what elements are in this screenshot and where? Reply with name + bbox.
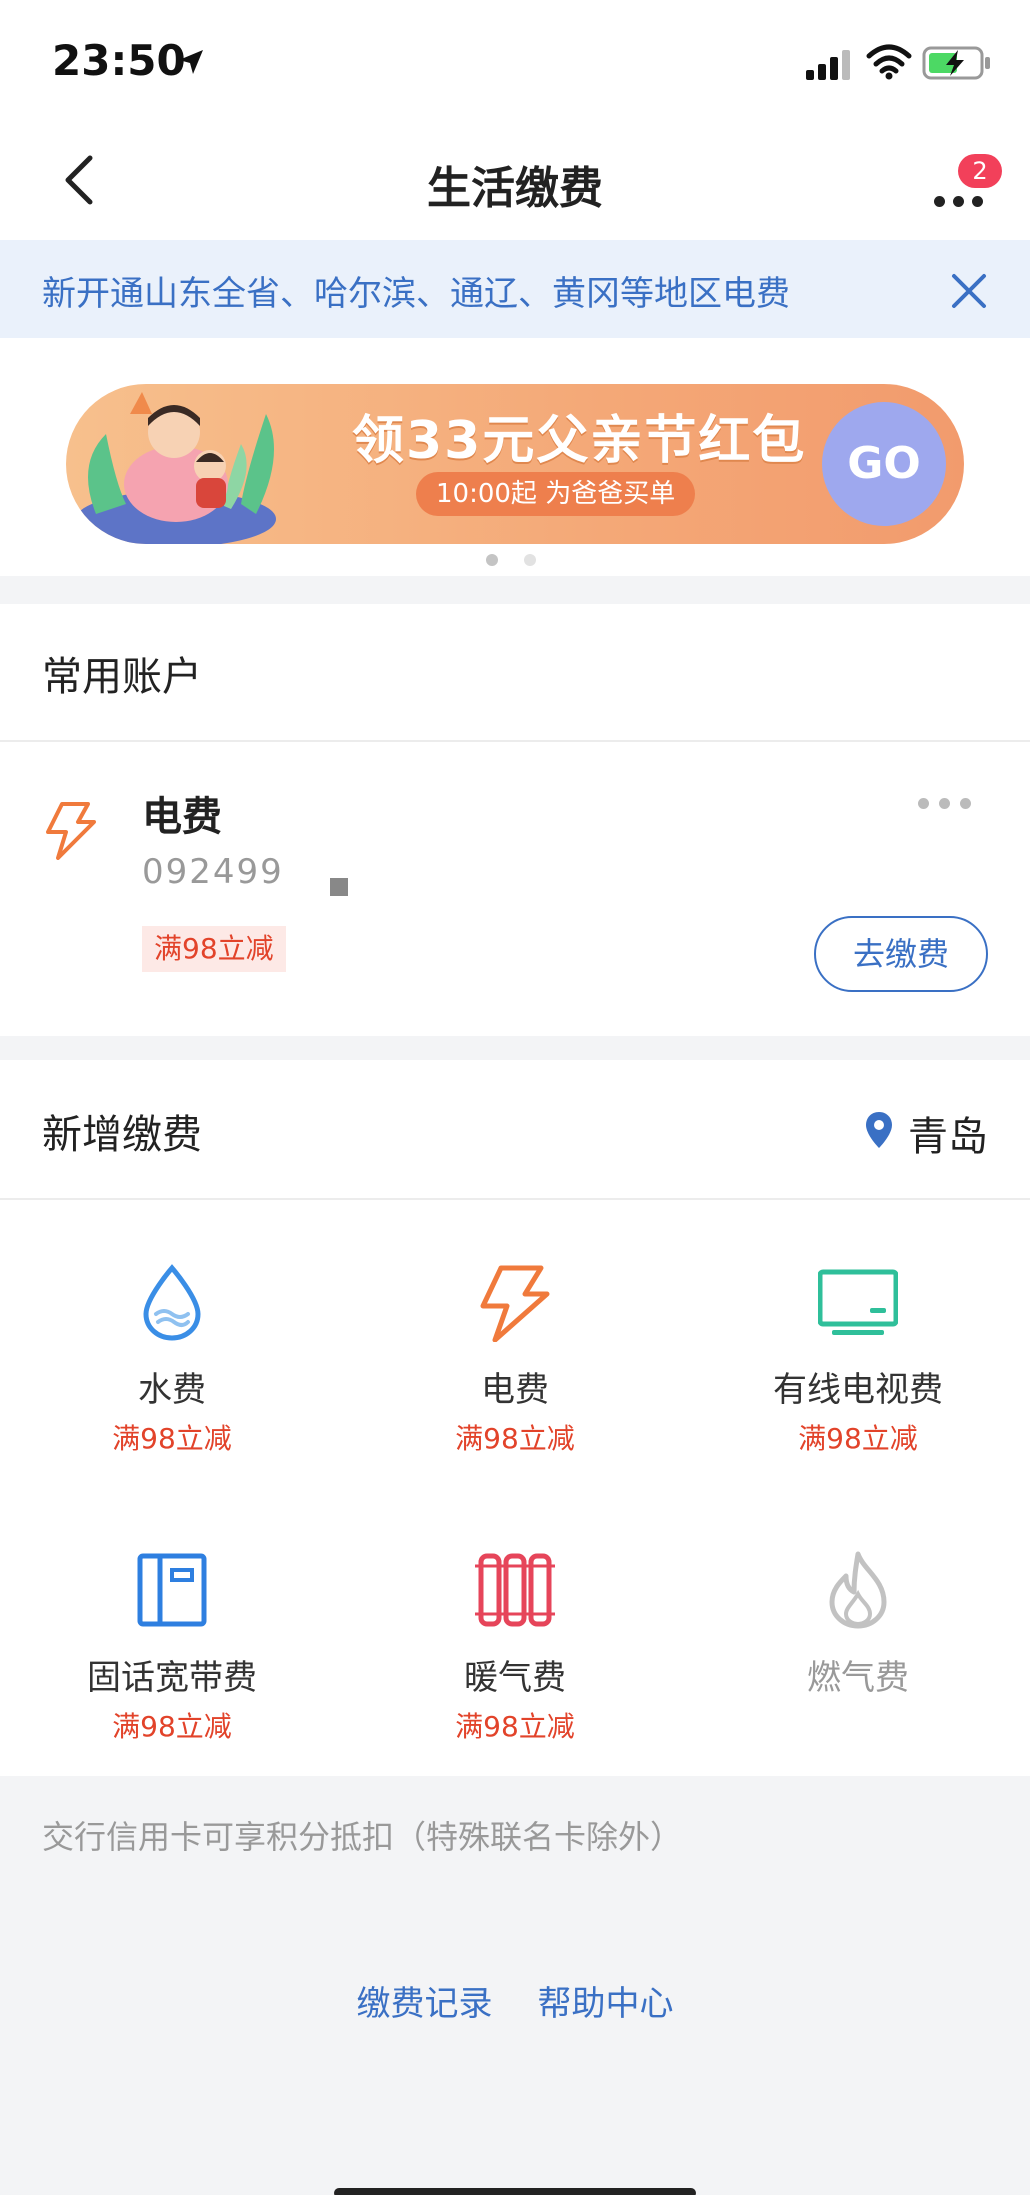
status-time: 23:50 (52, 36, 186, 85)
notice-bar: 新开通山东全省、哈尔滨、通辽、黄冈等地区电费 (0, 240, 1030, 338)
promo-banner[interactable]: 领33元父亲节红包 10:00起 为爸爸买单 GO (66, 384, 964, 544)
nav-bar: 生活缴费 2 (0, 120, 1030, 240)
payment-item-label: 固话宽带费 (87, 1658, 257, 1698)
more-dots-icon (934, 196, 983, 207)
flame-icon (829, 1551, 887, 1629)
close-icon[interactable] (944, 266, 994, 316)
payment-item-label: 燃气费 (807, 1658, 909, 1698)
lightning-icon (480, 1265, 550, 1342)
account-promo-tag: 满98立减 (142, 926, 286, 972)
payment-item-promo: 满98立减 (455, 1710, 575, 1743)
notification-badge: 2 (958, 154, 1002, 188)
payment-item-promo: 满98立减 (798, 1422, 918, 1455)
banner-go-button[interactable]: GO (822, 402, 946, 526)
battery-charging-icon (922, 46, 990, 80)
payment-item-gas: 燃气费 (708, 1550, 1008, 1699)
payment-item-label: 电费 (481, 1370, 549, 1410)
payment-item-cable-tv[interactable]: 有线电视费 满98立减 (708, 1262, 1008, 1457)
home-indicator (334, 2188, 696, 2195)
footer-note: 交行信用卡可享积分抵扣（特殊联名卡除外） (42, 1818, 683, 1856)
divider (0, 740, 1030, 742)
payment-item-promo: 满98立减 (112, 1710, 232, 1743)
payment-item-promo: 满98立减 (112, 1422, 232, 1455)
banner-subtitle: 10:00起 为爸爸买单 (416, 472, 696, 516)
notice-text: 新开通山东全省、哈尔滨、通辽、黄冈等地区电费 (42, 274, 790, 314)
payment-item-landline-broadband[interactable]: 固话宽带费 满98立减 (22, 1550, 322, 1745)
banner-title: 领33元父亲节红包 (352, 411, 807, 471)
pay-button[interactable]: 去缴费 (814, 916, 988, 992)
page-title: 生活缴费 (427, 163, 603, 214)
wifi-icon (866, 44, 912, 80)
phone-broadband-icon (137, 1553, 207, 1627)
carousel-indicator (486, 554, 536, 566)
common-accounts-title: 常用账户 (42, 654, 202, 700)
new-payment-title: 新增缴费 (42, 1112, 202, 1158)
masked-digit (330, 878, 348, 896)
radiator-icon (475, 1553, 555, 1627)
city-name: 青岛 (908, 1114, 988, 1160)
location-pin-icon (866, 1112, 892, 1148)
payment-history-link[interactable]: 缴费记录 (356, 1976, 492, 2025)
footer-links: 缴费记录 帮助中心 (0, 1976, 1030, 2025)
signal-icon (806, 50, 850, 80)
tv-icon (818, 1269, 898, 1335)
account-number: 092499 (142, 852, 284, 892)
payment-item-label: 水费 (138, 1370, 206, 1410)
location-arrow-icon (179, 50, 203, 74)
more-button[interactable]: 2 (924, 154, 1002, 214)
father-child-illustration-icon (76, 392, 276, 544)
payment-item-label: 有线电视费 (773, 1370, 943, 1410)
help-center-link[interactable]: 帮助中心 (538, 1976, 674, 2025)
divider (0, 1198, 1030, 1200)
carousel-dot (524, 554, 536, 566)
carousel-dot-active (486, 554, 498, 566)
payment-item-electricity[interactable]: 电费 满98立减 (365, 1262, 665, 1457)
water-drop-icon (143, 1264, 201, 1341)
account-name: 电费 (142, 794, 222, 840)
banner-carousel: 领33元父亲节红包 10:00起 为爸爸买单 GO (0, 338, 1030, 576)
payment-item-water[interactable]: 水费 满98立减 (22, 1262, 322, 1457)
payment-item-promo: 满98立减 (455, 1422, 575, 1455)
account-more-icon[interactable] (918, 798, 971, 809)
payment-item-label: 暖气费 (464, 1658, 566, 1698)
lightning-icon (46, 802, 96, 860)
status-bar: 23:50 (0, 0, 1030, 120)
payment-item-heating[interactable]: 暖气费 满98立减 (365, 1550, 665, 1745)
